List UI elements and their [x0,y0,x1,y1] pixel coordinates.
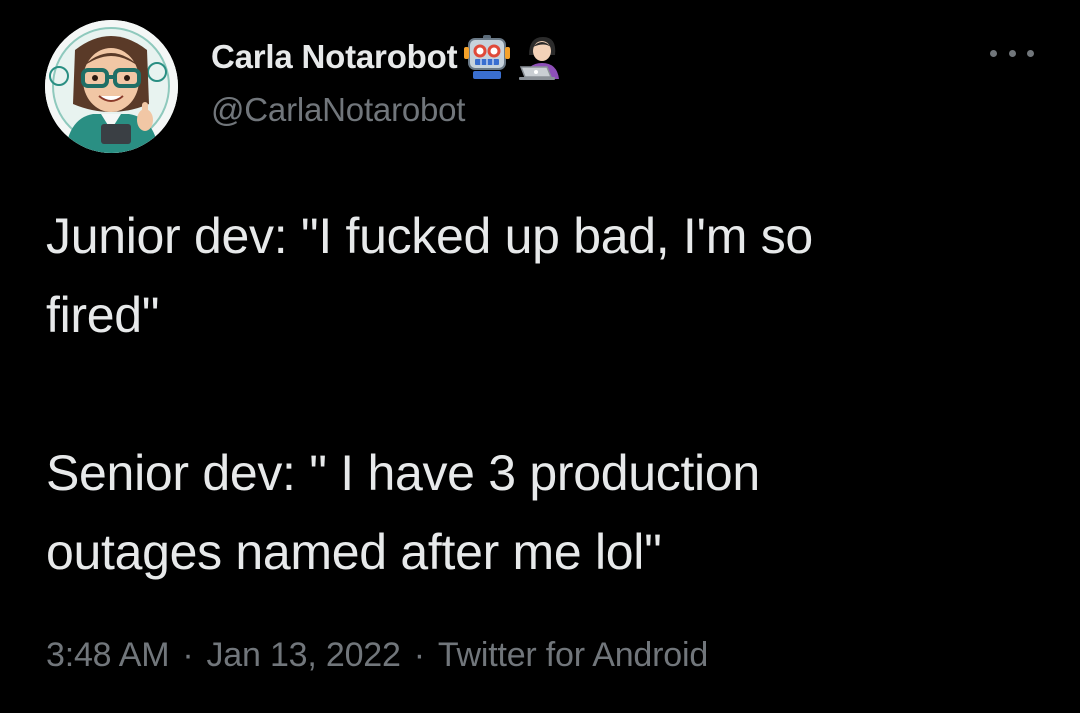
tweet-text-line: Junior dev: "I fucked up bad, I'm so [46,208,813,264]
more-options-icon[interactable] [990,38,1034,68]
tweet-date[interactable]: Jan 13, 2022 [206,636,400,675]
author-handle[interactable]: @CarlaNotarobot [211,91,465,129]
avatar[interactable] [45,20,178,153]
avatar-illustration [45,20,178,153]
display-name[interactable]: Carla Notarobot [211,38,458,76]
tweet-time[interactable]: 3:48 AM [46,636,170,675]
tweet-source[interactable]: Twitter for Android [438,636,708,675]
tweet: Carla Notarobot @CarlaNotarobot Junior d… [0,0,1080,713]
tweet-meta: 3:48 AM · Jan 13, 2022 · Twitter for And… [46,636,708,675]
woman-technologist-emoji-icon [517,33,565,81]
more-dot [990,49,997,57]
meta-separator: · [182,636,194,674]
tweet-text-line: Senior dev: " I have 3 production [46,445,760,501]
author-name-row: Carla Notarobot [211,33,565,81]
tweet-text-line: outages named after me lol" [46,524,662,580]
more-dot [1008,49,1016,57]
tweet-text-line: fired" [46,287,160,343]
meta-separator: · [413,636,425,674]
more-dot [1027,49,1034,57]
robot-face-emoji-icon [463,33,511,81]
